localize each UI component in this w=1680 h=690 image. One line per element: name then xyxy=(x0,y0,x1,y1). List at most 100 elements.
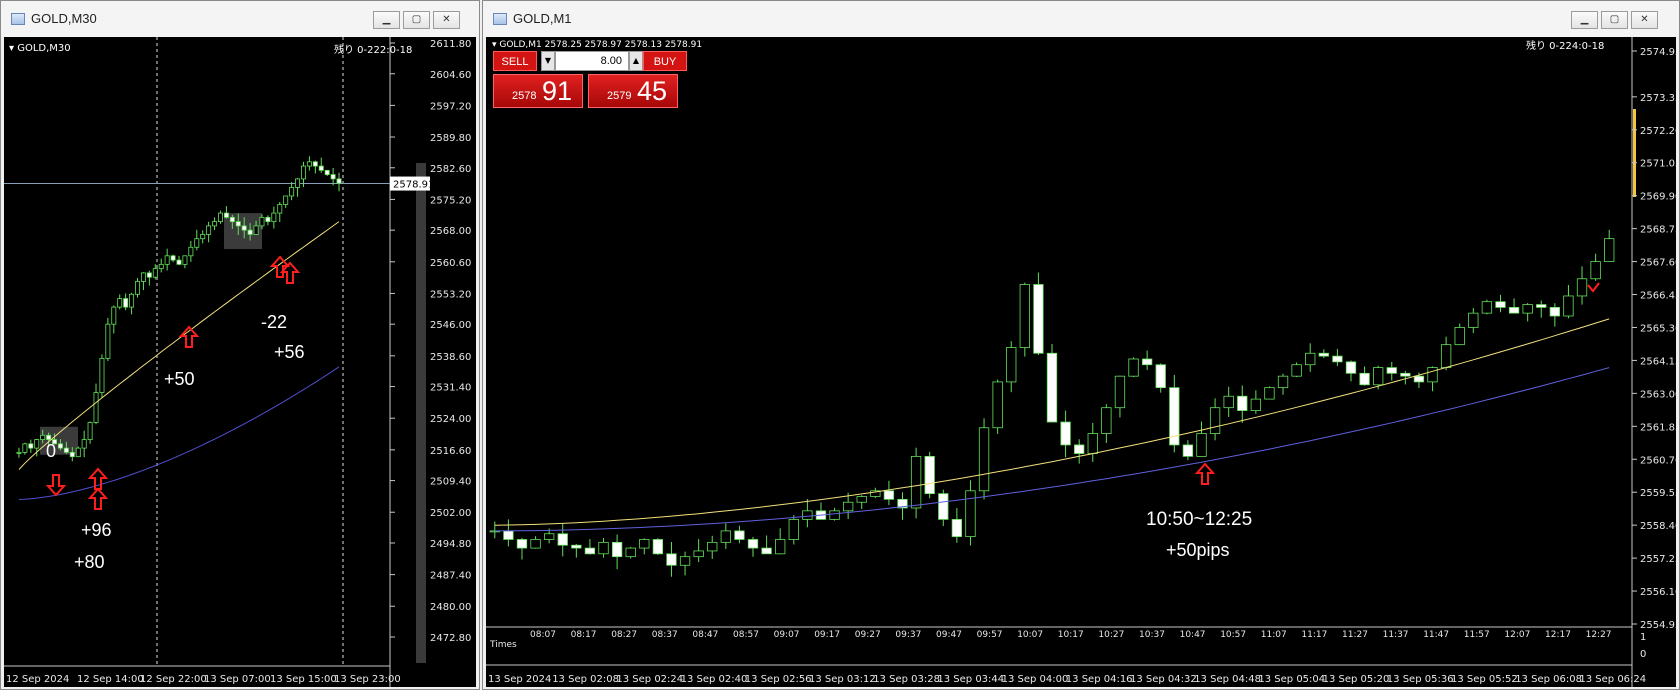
candle-body xyxy=(1277,375,1289,389)
candle-body xyxy=(28,443,34,449)
candle-body xyxy=(218,212,223,223)
candle-body xyxy=(598,541,609,555)
sell-button[interactable]: SELL xyxy=(493,51,537,71)
maximize-button[interactable]: ▢ xyxy=(403,11,430,29)
chart-window-icon xyxy=(493,13,507,25)
candle-body xyxy=(693,550,704,558)
subwindow-time-label: 11:07 xyxy=(1261,630,1287,640)
price-axis-label: 2567.60 xyxy=(1640,258,1676,269)
candle-body xyxy=(1468,312,1479,328)
candle-body xyxy=(1114,375,1126,409)
right-title-bar[interactable]: GOLD,M1 ▁ ▢ ✕ xyxy=(483,1,1679,37)
sell-price-small: 2578 xyxy=(512,90,537,102)
candle-body xyxy=(1508,307,1520,314)
chart-label: ▾ GOLD,M30 xyxy=(9,43,71,54)
buy-price-box[interactable]: 2579 45 xyxy=(588,74,678,108)
annotation-label: +50 xyxy=(164,369,195,389)
candle-body xyxy=(1400,372,1411,377)
candle-body xyxy=(978,427,990,492)
lot-size-input[interactable]: 8.00 xyxy=(555,51,629,71)
price-axis-label: 2563.00 xyxy=(1640,389,1676,400)
time-axis-label: 13 Sep 04:00 xyxy=(1002,674,1069,685)
candle-body xyxy=(1386,367,1397,374)
candle-body xyxy=(1291,364,1302,377)
candle-body xyxy=(1155,364,1166,389)
candle-body xyxy=(223,212,229,218)
price-axis-label: 2572.20 xyxy=(1640,126,1676,137)
candle-body xyxy=(775,539,786,555)
price-axis-label: 2589.80 xyxy=(430,133,471,144)
left-chart-window[interactable]: GOLD,M30 ▁ ▢ ✕ 2611.80 2604.60 2597.20 2589… xyxy=(0,0,480,690)
subwindow-axis-label: 1 xyxy=(1640,632,1646,643)
one-click-trading-panel[interactable]: SELL ▼ 8.00 ▲ BUY 2578 91 2579 45 xyxy=(493,50,687,108)
candle-body xyxy=(1536,304,1547,308)
price-axis-label: 2566.45 xyxy=(1640,291,1676,302)
subwindow-time-label: 08:07 xyxy=(530,630,556,640)
right-chart-area[interactable]: 2574.95 2573.35 2572.20 2571.05 2569.90 2568.… xyxy=(486,37,1676,687)
candle-body xyxy=(1332,355,1343,363)
price-axis-label: 2569.90 xyxy=(1640,192,1676,203)
price-axis-label: 2571.05 xyxy=(1640,159,1676,170)
time-axis-label: 13 Sep 04:32 xyxy=(1130,674,1197,685)
minimize-button[interactable]: ▁ xyxy=(1571,11,1598,29)
lot-increase-icon[interactable]: ▲ xyxy=(629,51,643,71)
candle-body xyxy=(1074,444,1085,454)
candle-body xyxy=(829,510,840,520)
time-axis-label: 13 Sep 23:00 xyxy=(334,674,401,685)
candle-body xyxy=(229,216,235,223)
right-chart-svg[interactable]: 2574.95 2573.35 2572.20 2571.05 2569.90 2568.… xyxy=(486,37,1676,687)
lot-decrease-icon[interactable]: ▼ xyxy=(541,51,555,71)
right-window-title: GOLD,M1 xyxy=(513,11,572,26)
candle-body xyxy=(152,268,158,278)
close-button[interactable]: ✕ xyxy=(1631,11,1658,29)
candle-body xyxy=(1440,344,1452,368)
candle-body xyxy=(81,439,87,449)
close-button[interactable]: ✕ xyxy=(433,11,460,29)
left-chart-svg[interactable]: 2611.80 2604.60 2597.20 2589.80 2582.60 2575.… xyxy=(4,37,476,687)
candle-body xyxy=(1033,284,1044,354)
candle-body xyxy=(652,539,664,555)
sell-price-big: 91 xyxy=(542,76,573,106)
candle-body xyxy=(318,165,324,171)
candle-body xyxy=(1046,352,1058,423)
candle-body xyxy=(129,293,135,308)
candle-body xyxy=(277,204,283,214)
buy-button[interactable]: BUY xyxy=(643,51,687,71)
buy-price-small: 2579 xyxy=(607,90,632,102)
candle-body xyxy=(206,225,212,235)
chart-label: ▾ GOLD,M1 2578.25 2578.97 2578.13 2578.9… xyxy=(492,40,702,50)
time-axis-label: 13 Sep 06:24 xyxy=(1579,674,1646,685)
candle-body xyxy=(1604,238,1615,262)
price-axis-label: 2558.40 xyxy=(1640,521,1676,532)
right-chart-window[interactable]: GOLD,M1 ▁ ▢ ✕ 2574.95 2573.35 2572.20 2571.… xyxy=(482,0,1680,690)
candle-body xyxy=(123,298,129,308)
annotation-label: +50pips xyxy=(1166,540,1230,560)
candle-body xyxy=(951,519,963,538)
left-window-title: GOLD,M30 xyxy=(31,11,97,26)
time-axis-label: 13 Sep 2024 xyxy=(488,674,551,685)
price-axis-label: 2568.75 xyxy=(1640,225,1676,236)
candle-body xyxy=(1427,367,1438,383)
minimize-button[interactable]: ▁ xyxy=(373,11,400,29)
subwindow-time-label: 12:17 xyxy=(1545,630,1571,640)
chart-background xyxy=(486,37,1676,687)
left-chart-area[interactable]: 2611.80 2604.60 2597.20 2589.80 2582.60 2575.… xyxy=(4,37,476,687)
candle-body xyxy=(158,263,164,270)
candle-body xyxy=(761,547,772,555)
subwindow-time-label: 11:17 xyxy=(1301,630,1327,640)
candle-body xyxy=(140,272,146,282)
candle-body xyxy=(63,447,69,453)
candle-body xyxy=(707,541,718,552)
price-axis-label: 2502.00 xyxy=(430,508,471,519)
sell-price-box[interactable]: 2578 91 xyxy=(493,74,583,108)
candle-body xyxy=(93,392,99,423)
candle-body xyxy=(1128,358,1139,377)
candle-body xyxy=(924,455,935,495)
annotation-label: 0 xyxy=(46,441,56,461)
subwindow-time-label: 09:27 xyxy=(855,630,881,640)
subwindow-label: Times xyxy=(489,640,517,650)
maximize-button[interactable]: ▢ xyxy=(1601,11,1628,29)
left-title-bar[interactable]: GOLD,M30 ▁ ▢ ✕ xyxy=(1,1,479,37)
subwindow-time-label: 10:47 xyxy=(1180,630,1206,640)
candle-body xyxy=(1549,307,1561,317)
